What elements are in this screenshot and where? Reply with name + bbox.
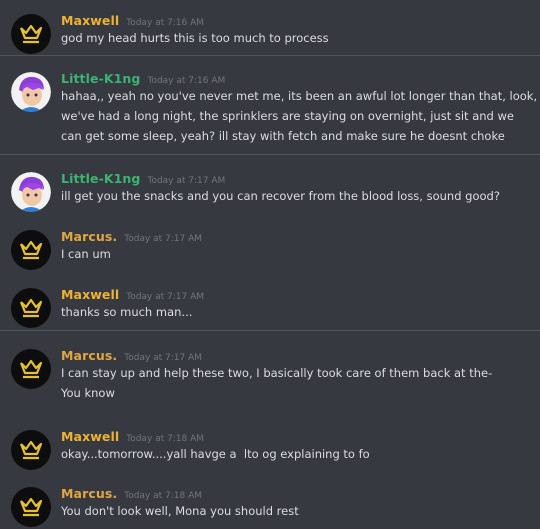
avatar[interactable] [11, 288, 51, 328]
timestamp: Today at 7:17 AM [124, 234, 203, 244]
message-line: ill get you the snacks and you can recov… [61, 189, 500, 203]
message-content: thanks so much man... [61, 302, 531, 322]
divider [0, 330, 540, 331]
message-line: I can stay up and help these two, I basi… [61, 366, 493, 380]
crown-icon [19, 298, 43, 318]
purple-hair-avatar-icon [11, 172, 51, 212]
author-name[interactable]: Maxwell [61, 13, 119, 28]
crown-icon [19, 440, 43, 460]
purple-hair-avatar-icon [11, 72, 51, 112]
crown-icon [19, 359, 43, 379]
message-line: okay...tomorrow....yall havge a lto og e… [61, 447, 370, 461]
chat-log: Maxwell Today at 7:16 AM god my head hurt… [0, 0, 540, 529]
avatar[interactable] [11, 230, 51, 270]
message-content: ill get you the snacks and you can recov… [61, 186, 531, 206]
author-name[interactable]: Little-K1ng [61, 171, 140, 186]
divider [0, 55, 540, 56]
message-line: can get some sleep, yeah? ill stay with … [61, 129, 505, 143]
avatar[interactable] [11, 172, 51, 212]
avatar[interactable] [11, 72, 51, 112]
author-name[interactable]: Maxwell [61, 429, 119, 444]
avatar[interactable] [11, 14, 51, 54]
author-name[interactable]: Marcus. [61, 229, 117, 244]
message-line: we've had a long night, the sprinklers a… [61, 109, 514, 123]
message-content: okay...tomorrow....yall havge a lto og e… [61, 444, 531, 464]
message-line: You don't look well, Mona you should res… [61, 504, 299, 518]
crown-icon [19, 24, 43, 44]
avatar[interactable] [11, 349, 51, 389]
message-line: god my head hurts this is too much to pr… [61, 31, 329, 45]
timestamp: Today at 7:18 AM [126, 434, 205, 444]
timestamp: Today at 7:16 AM [147, 76, 226, 86]
avatar[interactable] [11, 430, 51, 470]
timestamp: Today at 7:16 AM [126, 18, 205, 28]
author-name[interactable]: Little-K1ng [61, 71, 140, 86]
author-name[interactable]: Marcus. [61, 486, 117, 501]
timestamp: Today at 7:18 AM [124, 491, 203, 501]
message-line: hahaa,, yeah no you've never met me, its… [61, 89, 538, 103]
message-content: I can stay up and help these two, I basi… [61, 363, 531, 403]
author-name[interactable]: Maxwell [61, 287, 119, 302]
divider [0, 154, 540, 155]
author-name[interactable]: Marcus. [61, 348, 117, 363]
crown-icon [19, 497, 43, 517]
message-content: I can um [61, 244, 531, 264]
message-content: You don't look well, Mona you should res… [61, 501, 531, 521]
timestamp: Today at 7:17 AM [147, 176, 226, 186]
crown-icon [19, 240, 43, 260]
timestamp: Today at 7:17 AM [124, 353, 203, 363]
timestamp: Today at 7:17 AM [126, 292, 205, 302]
avatar[interactable] [11, 487, 51, 527]
message-line: You know [61, 386, 115, 400]
message-content: hahaa,, yeah no you've never met me, its… [61, 86, 538, 146]
message-line: thanks so much man... [61, 305, 193, 319]
message-line: I can um [61, 247, 111, 261]
message-content: god my head hurts this is too much to pr… [61, 28, 531, 48]
